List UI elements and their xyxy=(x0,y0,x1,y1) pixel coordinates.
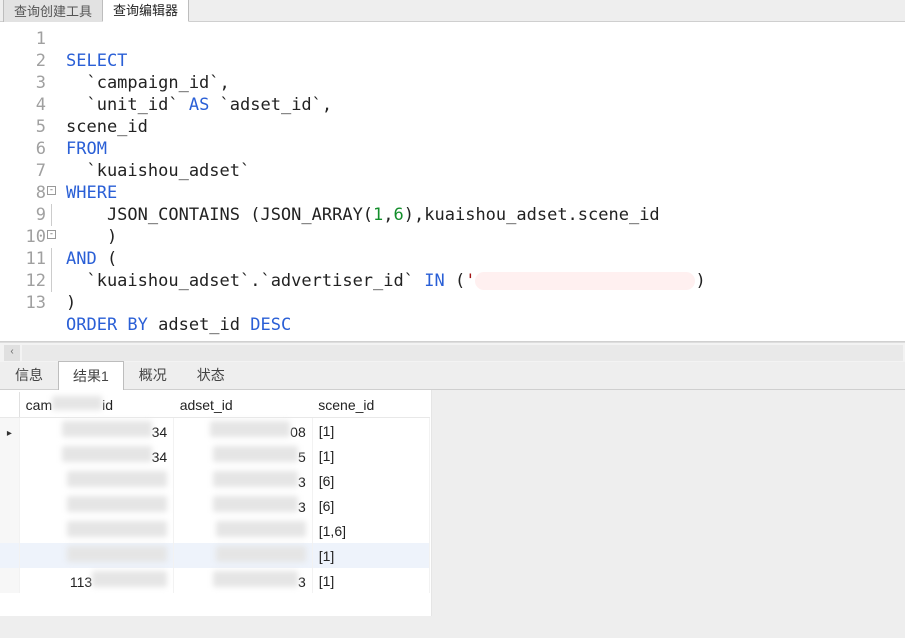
redacted-literal xyxy=(475,272,695,290)
tab-query-editor[interactable]: 查询编辑器 xyxy=(102,0,189,22)
col-header-scene[interactable]: scene_id xyxy=(312,392,429,418)
table-row[interactable]: 34 08 [1] xyxy=(0,418,430,444)
result-grid[interactable]: camid adset_id scene_id 34 08 [1] 34 5 xyxy=(0,392,430,593)
table-row[interactable]: 113 3 [1] xyxy=(0,568,430,593)
scroll-track[interactable] xyxy=(22,345,903,361)
fold-icon[interactable]: - xyxy=(47,186,56,195)
table-row[interactable]: [1] xyxy=(0,543,430,568)
sql-editor[interactable]: 1 2 3 4 5 6 7 8 - 9 10 - 11 12 13 SELECT… xyxy=(0,22,905,342)
table-row[interactable]: 34 5 [1] xyxy=(0,443,430,468)
tab-result1[interactable]: 结果1 xyxy=(58,361,124,390)
scroll-left-icon[interactable]: ‹ xyxy=(4,345,20,361)
top-tab-bar: 查询创建工具 查询编辑器 xyxy=(0,0,905,22)
line-number-gutter: 1 2 3 4 5 6 7 8 - 9 10 - 11 12 13 xyxy=(0,22,54,341)
result-tab-bar: 信息 结果1 概况 状态 xyxy=(0,362,905,390)
sql-code-area[interactable]: SELECT `campaign_id`, `unit_id` AS `adse… xyxy=(54,22,905,341)
app-root: 查询创建工具 查询编辑器 1 2 3 4 5 6 7 8 - 9 10 - 11… xyxy=(0,0,905,638)
tab-profile[interactable]: 概况 xyxy=(124,360,182,389)
table-row[interactable]: [1,6] xyxy=(0,518,430,543)
table-header-row: camid adset_id scene_id xyxy=(0,392,430,418)
col-header-campaign[interactable]: camid xyxy=(19,392,174,418)
editor-horizontal-scrollbar[interactable]: ‹ xyxy=(0,342,905,362)
tab-info[interactable]: 信息 xyxy=(0,360,58,389)
tab-status[interactable]: 状态 xyxy=(182,360,240,389)
col-header-adset[interactable]: adset_id xyxy=(174,392,313,418)
fold-icon[interactable]: - xyxy=(47,230,56,239)
tab-query-builder[interactable]: 查询创建工具 xyxy=(3,0,103,22)
table-row[interactable]: 3 [6] xyxy=(0,468,430,493)
result-grid-wrap: camid adset_id scene_id 34 08 [1] 34 5 xyxy=(0,390,432,616)
table-row[interactable]: 3 [6] xyxy=(0,493,430,518)
